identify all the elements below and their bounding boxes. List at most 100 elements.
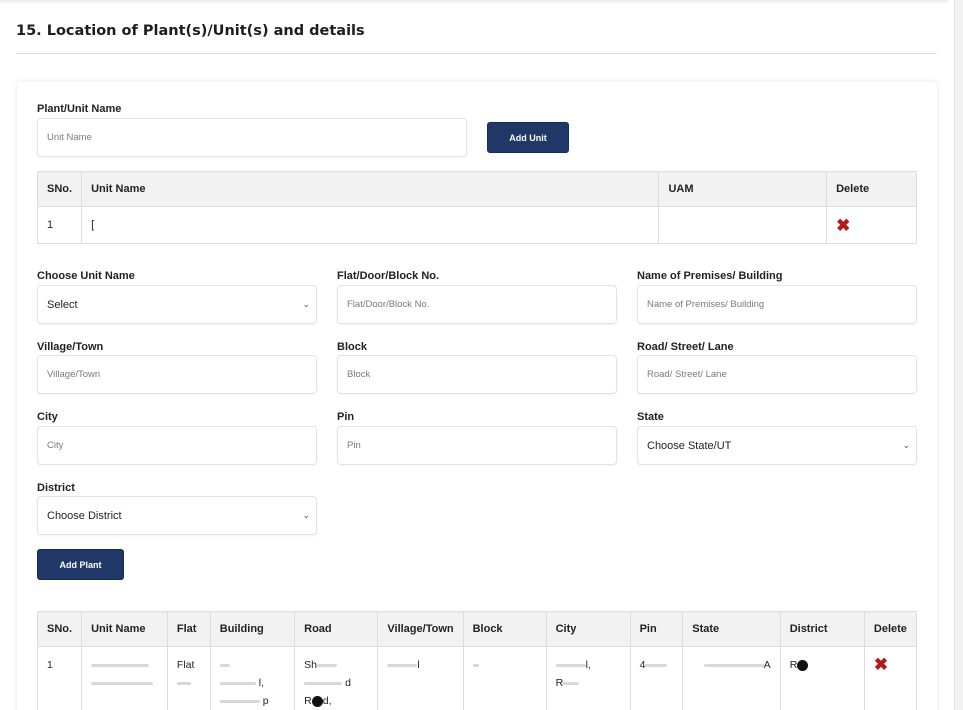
road-input[interactable] (638, 356, 916, 393)
add-unit-button[interactable]: Add Unit (487, 122, 569, 153)
plant-row-unit-name (81, 646, 168, 710)
unit-col-uam: UAM (658, 171, 828, 207)
block-field (337, 355, 617, 394)
pin-field (337, 426, 617, 465)
plant-row-district: R (779, 646, 865, 710)
plant-col-village: Village/Town (377, 611, 464, 647)
premises-label: Name of Premises/ Building (637, 270, 783, 282)
state-select[interactable]: Choose State/UT ⌄ (637, 426, 917, 465)
building-text: l, (258, 677, 264, 689)
flat-input[interactable] (338, 286, 616, 323)
redacted-text (316, 663, 337, 667)
plant-table: SNo. Unit Name Flat Building Road Villag… (36, 611, 918, 710)
road-text: Sh (304, 659, 317, 671)
pin-label: Pin (337, 411, 355, 423)
district-value: Choose District (47, 509, 122, 522)
flat-label: Flat/Door/Block No. (337, 270, 440, 282)
city-label: City (37, 411, 58, 423)
delete-x-icon[interactable]: ✖ (874, 655, 888, 674)
unit-name-input[interactable] (38, 119, 466, 156)
redacted-text (387, 663, 418, 667)
district-select[interactable]: Choose District ⌄ (37, 496, 317, 535)
city-text: l, (585, 659, 591, 671)
village-text: l (417, 659, 420, 671)
redacted-text (219, 681, 256, 685)
chevron-down-icon: ⌄ (302, 299, 310, 309)
redaction-blob (797, 659, 809, 671)
road-text: d, (322, 695, 332, 707)
district-label: District (37, 482, 75, 494)
state-value: Choose State/UT (647, 439, 732, 452)
flat-text: Flat (176, 659, 195, 671)
redacted-text (703, 663, 764, 667)
plant-col-building: Building (209, 611, 296, 647)
redacted-text (645, 663, 668, 667)
redacted-text (563, 681, 580, 685)
pin-input[interactable] (338, 427, 616, 464)
unit-table: SNo. Unit Name UAM Delete 1 [ ✖ (36, 171, 917, 244)
add-plant-button[interactable]: Add Plant (37, 549, 124, 580)
chevron-down-icon: ⌄ (902, 440, 910, 450)
redaction-blob (311, 695, 323, 707)
plant-row-city: l, R (545, 646, 631, 710)
premises-input[interactable] (638, 286, 916, 323)
plant-col-flat: Flat (166, 611, 211, 647)
scrollbar-track[interactable] (954, 0, 963, 710)
choose-unit-select[interactable]: Select ⌄ (37, 285, 317, 324)
block-label: Block (337, 341, 367, 353)
village-input[interactable] (38, 356, 316, 393)
plant-details-card: Plant/Unit Name Add Unit SNo. Unit Name … (17, 82, 937, 710)
premises-field (637, 285, 917, 324)
plant-col-pin: Pin (629, 611, 684, 647)
plant-col-state: State (682, 611, 781, 647)
flat-field (337, 285, 617, 324)
plant-col-sno: SNo. (36, 611, 83, 647)
unit-row-name: [ (81, 206, 660, 244)
plant-row-state: A (682, 646, 781, 710)
top-shadow (0, 0, 948, 4)
choose-unit-value: Select (47, 298, 78, 311)
redacted-text (91, 681, 154, 685)
road-field (637, 355, 917, 394)
redacted-text (219, 699, 260, 703)
table-row: 1 Flat l, p Sh d Rd, l l, R 4 A R ✖ (36, 646, 918, 710)
district-text: R (789, 659, 798, 671)
redacted-text (176, 681, 191, 685)
plant-row-village: l (377, 646, 464, 710)
plant-col-city: City (545, 611, 631, 647)
road-text: R (304, 695, 312, 707)
city-input[interactable] (38, 427, 316, 464)
plant-row-sno: 1 (36, 646, 83, 710)
choose-unit-label: Choose Unit Name (37, 270, 135, 282)
village-label: Village/Town (37, 341, 104, 353)
village-field (37, 355, 317, 394)
building-text: p (262, 695, 269, 707)
unit-row-sno: 1 (36, 206, 83, 244)
plant-row-road: Sh d Rd, (294, 646, 379, 710)
city-field (37, 426, 317, 465)
plant-col-road: Road (294, 611, 379, 647)
unit-name-field (37, 118, 467, 157)
section-title: 15. Location of Plant(s)/Unit(s) and det… (16, 23, 365, 39)
plant-row-delete: ✖ (863, 646, 918, 710)
plant-col-block: Block (462, 611, 547, 647)
state-text: A (763, 659, 771, 671)
redacted-text (219, 663, 230, 667)
plant-row-block (462, 646, 547, 710)
section-divider (16, 53, 937, 54)
plant-col-delete: Delete (863, 611, 918, 647)
city-text: R (555, 677, 564, 689)
unit-table-header-row: SNo. Unit Name UAM Delete (36, 171, 917, 207)
unit-row-uam (658, 206, 828, 244)
table-row: 1 [ ✖ (36, 206, 917, 244)
block-input[interactable] (338, 356, 616, 393)
plant-table-header-row: SNo. Unit Name Flat Building Road Villag… (36, 611, 918, 647)
plant-row-pin: 4 (629, 646, 684, 710)
plant-row-flat: Flat (166, 646, 211, 710)
delete-x-icon[interactable]: ✖ (836, 216, 850, 235)
unit-col-delete: Delete (826, 171, 917, 207)
road-label: Road/ Street/ Lane (637, 341, 734, 353)
redacted-text (555, 663, 586, 667)
chevron-down-icon: ⌄ (302, 510, 310, 520)
plant-col-unit-name: Unit Name (81, 611, 168, 647)
